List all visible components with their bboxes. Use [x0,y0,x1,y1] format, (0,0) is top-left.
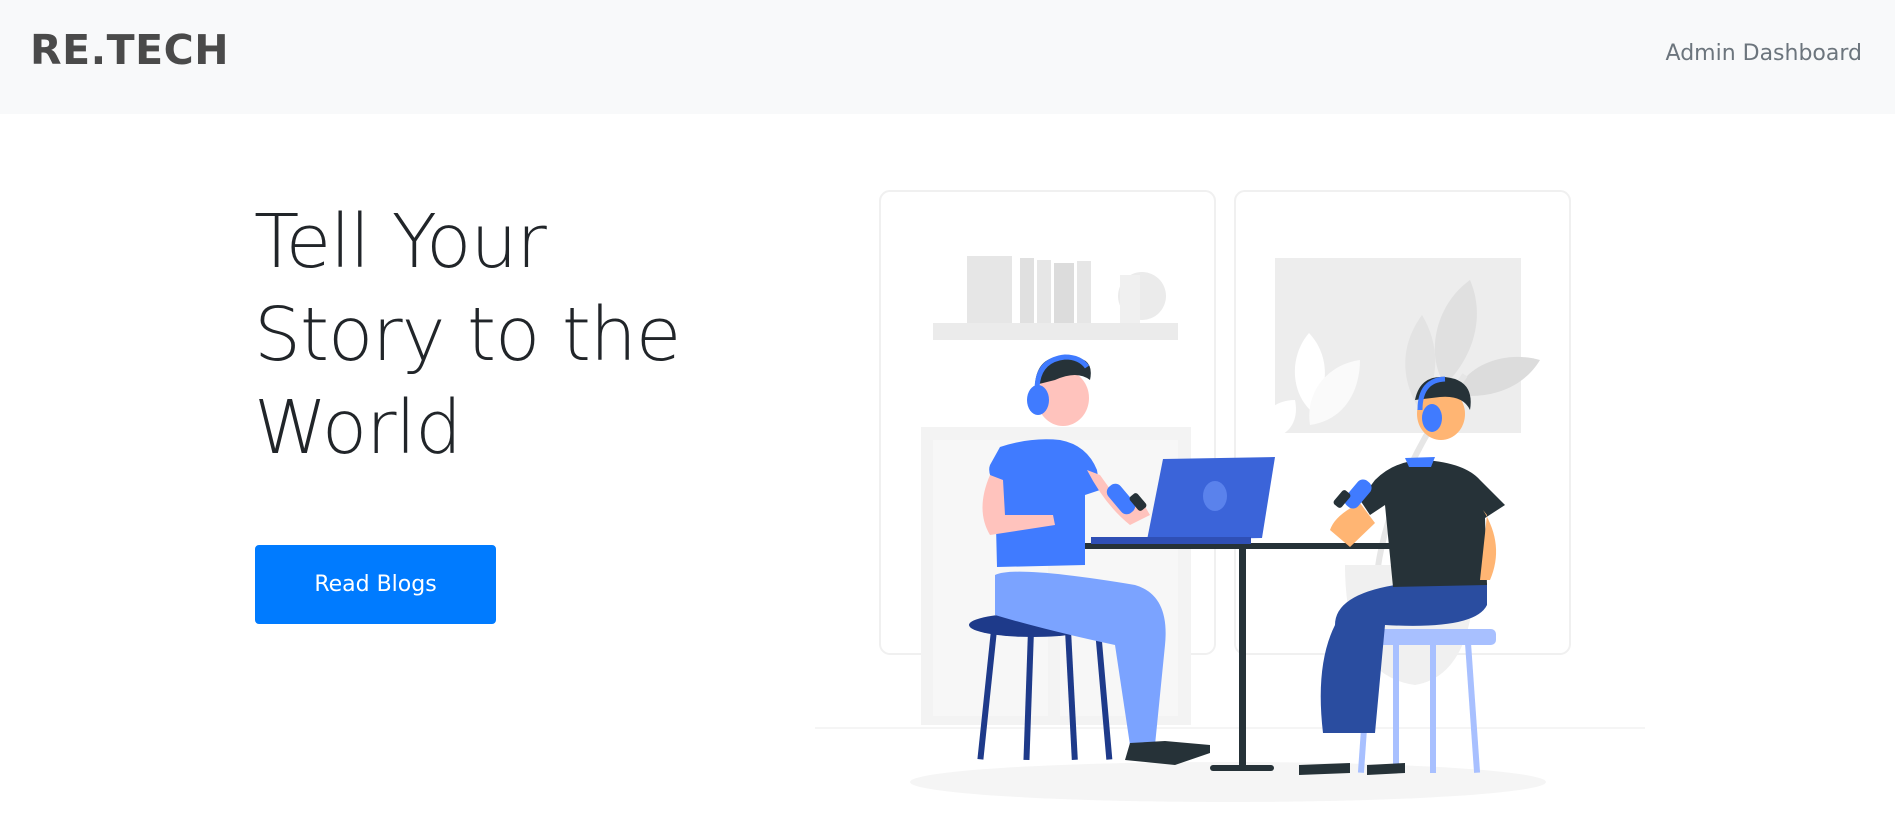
person-right-collar [1405,457,1435,467]
top-navbar: RE.TECH Admin Dashboard [0,0,1895,114]
laptop-base [1091,537,1251,544]
read-blogs-button[interactable]: Read Blogs [255,545,496,624]
laptop-logo [1203,481,1227,511]
bookshelf [933,323,1178,340]
person-right-shoe [1299,763,1350,775]
person-left-shirt [989,439,1100,567]
hero-title: Tell Your Story to the World [254,199,681,471]
stool-leg [1393,643,1399,773]
admin-dashboard-link[interactable]: Admin Dashboard [1666,40,1862,68]
book-icon [967,256,1012,323]
table-leg [1239,547,1246,769]
book-icon [1037,260,1051,323]
headphones-icon [1027,385,1049,415]
headphones-icon [1422,404,1442,432]
brand-logo[interactable]: RE.TECH [30,24,229,76]
stool-leg [1430,643,1436,773]
person-left-shoe [1125,741,1210,765]
book-icon [1077,261,1091,323]
person-right-shoe [1367,763,1405,775]
jar-icon [1120,275,1140,323]
podcast-illustration [815,190,1645,802]
stool-leg [1465,642,1481,773]
table-foot [1210,765,1274,771]
book-icon [1054,263,1074,323]
book-icon [1020,258,1034,323]
